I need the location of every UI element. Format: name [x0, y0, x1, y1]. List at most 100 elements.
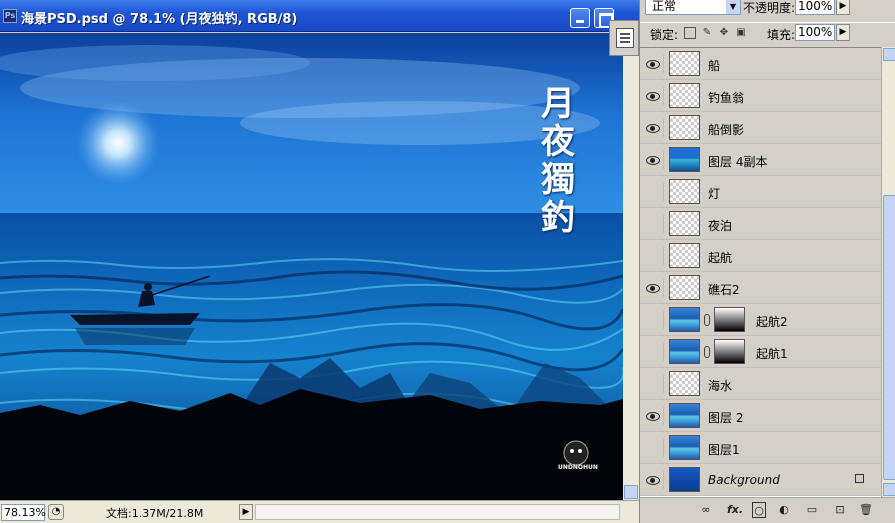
- document-title: 海景PSD.psd @ 78.1% (月夜独钓, RGB/8): [21, 12, 298, 27]
- link-icon[interactable]: [704, 346, 710, 358]
- artwork-title: 月夜獨釣: [541, 84, 575, 238]
- layer-row[interactable]: 图层 2: [640, 400, 881, 432]
- layer-row[interactable]: 钓鱼翁: [640, 80, 881, 112]
- layer-name: 船: [708, 59, 721, 73]
- visibility-eye-icon[interactable]: [644, 215, 664, 233]
- lock-transparent-icon[interactable]: [684, 27, 696, 39]
- scrollbar-thumb[interactable]: [883, 195, 895, 480]
- visibility-eye-icon[interactable]: [644, 183, 664, 201]
- layer-thumbnail: [669, 307, 700, 332]
- layer-name: 起航: [708, 251, 733, 265]
- scroll-up-arrow[interactable]: [883, 48, 895, 61]
- layer-row[interactable]: Background: [640, 464, 881, 496]
- layer-name: 灯: [708, 187, 721, 201]
- lock-label: 锁定:: [650, 28, 679, 42]
- layer-thumbnail: [669, 147, 700, 172]
- scroll-down-arrow[interactable]: [883, 483, 895, 496]
- zoom-field[interactable]: 78.13%: [1, 504, 46, 521]
- visibility-eye-icon[interactable]: [644, 151, 664, 169]
- layer-thumbnail: [669, 371, 700, 396]
- layer-row[interactable]: 起航2: [640, 304, 881, 336]
- artwork: [0, 33, 623, 500]
- layer-thumbnail: [669, 275, 700, 300]
- layer-thumbnail: [669, 243, 700, 268]
- visibility-eye-icon[interactable]: [644, 87, 664, 105]
- layer-row[interactable]: 海水: [640, 368, 881, 400]
- layer-row[interactable]: 灯: [640, 176, 881, 208]
- new-layer-icon[interactable]: ⊡: [832, 502, 848, 518]
- document-window: Ps 海景PSD.psd @ 78.1% (月夜独钓, RGB/8) 月夜獨釣 …: [0, 0, 639, 523]
- visibility-eye-icon[interactable]: [644, 311, 664, 329]
- collapsed-panel-strip[interactable]: [609, 20, 639, 56]
- layer-row[interactable]: 礁石2: [640, 272, 881, 304]
- visibility-eye-icon[interactable]: [644, 439, 664, 457]
- folder-icon[interactable]: ▭: [804, 502, 820, 518]
- layer-row[interactable]: 船倒影: [640, 112, 881, 144]
- document-titlebar[interactable]: Ps 海景PSD.psd @ 78.1% (月夜独钓, RGB/8): [0, 0, 639, 32]
- layer-name: 图层 4副本: [708, 155, 768, 169]
- visibility-eye-icon[interactable]: [644, 343, 664, 361]
- fill-slider-arrow-icon[interactable]: ▶: [836, 24, 850, 41]
- opacity-input[interactable]: 100%: [795, 0, 835, 15]
- status-menu-arrow-icon[interactable]: ▶: [239, 504, 253, 520]
- lock-all-icon[interactable]: ▣: [735, 27, 747, 39]
- visibility-eye-icon[interactable]: [644, 279, 664, 297]
- layer-name: 夜泊: [708, 219, 733, 233]
- blend-row: 正常 ▼ 不透明度: 100% ▶: [640, 0, 895, 20]
- layer-name: 图层 2: [708, 411, 744, 425]
- layer-thumbnail: [669, 403, 700, 428]
- fill-input[interactable]: 100%: [795, 24, 835, 41]
- lock-position-icon[interactable]: ✥: [718, 27, 730, 39]
- photoshop-icon: Ps: [3, 9, 17, 23]
- layer-name: 礁石2: [708, 283, 740, 297]
- mask-icon[interactable]: ○: [752, 502, 766, 518]
- visibility-eye-icon[interactable]: [644, 247, 664, 265]
- fx-icon[interactable]: fx.: [726, 502, 744, 518]
- visibility-eye-icon[interactable]: [644, 119, 664, 137]
- navigator-icon[interactable]: ◔: [48, 504, 64, 520]
- layer-mask-thumbnail[interactable]: [714, 339, 745, 364]
- scroll-down-arrow[interactable]: [624, 485, 638, 499]
- layer-row[interactable]: 夜泊: [640, 208, 881, 240]
- minimize-button[interactable]: [570, 8, 590, 28]
- layer-name: 钓鱼翁: [708, 91, 745, 105]
- layer-row[interactable]: 船: [640, 48, 881, 80]
- layer-row[interactable]: 图层1: [640, 432, 881, 464]
- panel-toggle-icon[interactable]: [616, 28, 634, 48]
- layer-row[interactable]: 起航: [640, 240, 881, 272]
- status-bar: 78.13% ◔ 文档:1.37M/21.8M ▶: [0, 500, 639, 523]
- layers-list: 船 钓鱼翁 船倒影 图层 4副本 灯 夜泊 起航 礁石2 起航2 起航1 海水 …: [640, 47, 881, 497]
- visibility-eye-icon[interactable]: [644, 375, 664, 393]
- layer-name: 图层1: [708, 443, 740, 457]
- layers-panel: 正常 ▼ 不透明度: 100% ▶ 锁定: ✎ ✥ ▣ 填充: 100% ▶ 船…: [639, 0, 895, 523]
- layer-thumbnail: [669, 179, 700, 204]
- layers-bottom-toolbar: ∞ fx. ○ ◐ ▭ ⊡ 🗑: [640, 497, 895, 523]
- layer-row[interactable]: 起航1: [640, 336, 881, 368]
- layer-name: Background: [708, 473, 780, 487]
- adjustment-icon[interactable]: ◐: [776, 502, 792, 518]
- visibility-eye-icon[interactable]: [644, 407, 664, 425]
- visibility-eye-icon[interactable]: [644, 471, 664, 489]
- layer-thumbnail: [669, 435, 700, 460]
- link-layers-icon[interactable]: ∞: [698, 502, 714, 518]
- layer-name: 船倒影: [708, 123, 745, 137]
- chevron-down-icon[interactable]: ▼: [726, 0, 740, 14]
- trash-icon[interactable]: 🗑: [858, 502, 874, 518]
- opacity-slider-arrow-icon[interactable]: ▶: [836, 0, 850, 15]
- layers-scrollbar[interactable]: [881, 47, 895, 497]
- layer-thumbnail: [669, 339, 700, 364]
- blend-mode-value: 正常: [652, 0, 677, 13]
- blend-mode-select[interactable]: 正常 ▼: [645, 0, 741, 15]
- image-canvas[interactable]: 月夜獨釣 UNDNOHUN: [0, 33, 623, 500]
- layer-mask-thumbnail[interactable]: [714, 307, 745, 332]
- link-icon[interactable]: [704, 314, 710, 326]
- visibility-eye-icon[interactable]: [644, 55, 664, 73]
- layer-name: 海水: [708, 379, 733, 393]
- lock-icon: [855, 474, 864, 483]
- layer-thumbnail: [669, 83, 700, 108]
- canvas-horizontal-scrollbar[interactable]: [255, 504, 620, 520]
- canvas-vertical-scrollbar[interactable]: [623, 33, 639, 500]
- lock-pixels-icon[interactable]: ✎: [701, 27, 713, 39]
- layer-row[interactable]: 图层 4副本: [640, 144, 881, 176]
- document-size-info: 文档:1.37M/21.8M: [106, 507, 204, 520]
